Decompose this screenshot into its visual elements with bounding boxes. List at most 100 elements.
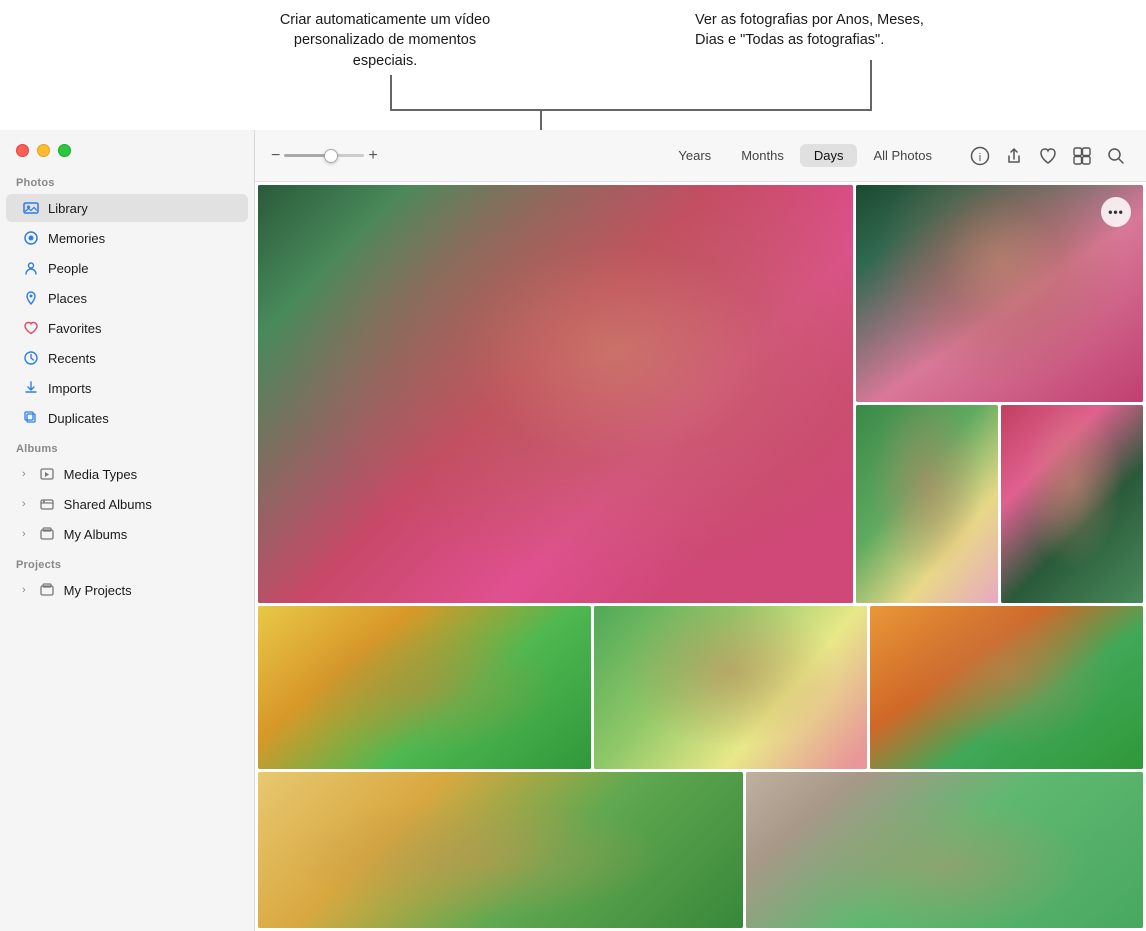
tab-all-photos[interactable]: All Photos — [859, 144, 946, 167]
bottom-left-photo[interactable] — [258, 772, 743, 928]
sidebar-item-shared-albums[interactable]: › Shared Albums — [6, 490, 248, 518]
sidebar-item-label-places: Places — [48, 291, 87, 306]
view-tabs: Years Months Days All Photos — [664, 144, 946, 167]
sidebar-section-photos: Photos — [0, 167, 254, 193]
mid-center-bg — [594, 606, 867, 769]
app-window: Photos Library Memories — [0, 130, 1146, 931]
favorite-button[interactable] — [1034, 142, 1062, 170]
my-projects-icon — [38, 581, 56, 599]
sidebar-item-people[interactable]: People — [6, 254, 248, 282]
bottom-right-photo[interactable] — [746, 772, 1143, 928]
tooltip-right: Ver as fotografias por Anos, Meses, Dias… — [695, 10, 955, 51]
sidebar-item-label-shared-albums: Shared Albums — [64, 497, 152, 512]
zoom-control: − + — [271, 147, 378, 165]
sidebar-item-label-library: Library — [48, 201, 88, 216]
middle-left-photo[interactable] — [258, 606, 591, 769]
sidebar-item-label-duplicates: Duplicates — [48, 411, 109, 426]
tab-days[interactable]: Days — [800, 144, 858, 167]
connector-horiz-span — [390, 109, 870, 111]
close-button[interactable] — [16, 144, 29, 157]
toolbar: − + Years Months Days All Photos i — [255, 130, 1146, 182]
bot-left-bg — [258, 772, 743, 928]
photo-grid: Jul 22 Lloyd Harbor ••• — [255, 182, 1146, 931]
memories-icon — [22, 229, 40, 247]
maximize-button[interactable] — [58, 144, 71, 157]
media-types-icon — [38, 465, 56, 483]
sidebar-item-library[interactable]: Library — [6, 194, 248, 222]
sidebar-item-duplicates[interactable]: Duplicates — [6, 404, 248, 432]
tab-years[interactable]: Years — [664, 144, 725, 167]
bottom-right-right-photo[interactable] — [1001, 405, 1143, 602]
people-icon — [22, 259, 40, 277]
connector-down-mid — [540, 109, 542, 130]
sidebar-item-my-albums[interactable]: › My Albums — [6, 520, 248, 548]
sidebar-item-media-types[interactable]: › Media Types — [6, 460, 248, 488]
expand-icon-media-types: › — [22, 468, 26, 480]
main-photo[interactable]: Jul 22 Lloyd Harbor — [258, 185, 853, 603]
tooltip-area: Criar automaticamente um vídeo personali… — [0, 0, 1146, 130]
sidebar-section-albums: Albums — [0, 433, 254, 459]
expand-icon-shared-albums: › — [22, 498, 26, 510]
main-content: − + Years Months Days All Photos i — [255, 130, 1146, 931]
connector-line-left — [390, 75, 392, 110]
shared-albums-icon — [38, 495, 56, 513]
expand-icon-my-albums: › — [22, 528, 26, 540]
tab-months[interactable]: Months — [727, 144, 798, 167]
toolbar-actions: i — [966, 142, 1130, 170]
sidebar-item-favorites[interactable]: Favorites — [6, 314, 248, 342]
tooltip-left-text: Criar automaticamente um vídeo personali… — [280, 12, 490, 69]
more-button-label: ••• — [1108, 206, 1124, 218]
mid-left-bg — [258, 606, 591, 769]
sidebar-item-label-my-albums: My Albums — [64, 527, 128, 542]
mid-right-bg — [870, 606, 1143, 769]
expand-icon-my-projects: › — [22, 584, 26, 596]
br-left-bg — [856, 405, 998, 602]
imports-icon — [22, 379, 40, 397]
tooltip-left: Criar automaticamente um vídeo personali… — [265, 10, 505, 71]
more-button[interactable]: ••• — [1101, 197, 1131, 227]
add-button[interactable] — [1068, 142, 1096, 170]
middle-row — [258, 606, 1143, 769]
photo-bg — [258, 185, 853, 603]
sidebar-item-places[interactable]: Places — [6, 284, 248, 312]
middle-center-photo[interactable] — [594, 606, 867, 769]
sidebar-item-my-projects[interactable]: › My Projects — [6, 576, 248, 604]
library-icon — [22, 199, 40, 217]
traffic-lights — [0, 130, 254, 167]
sidebar-item-label-recents: Recents — [48, 351, 96, 366]
middle-right-photo[interactable] — [870, 606, 1143, 769]
svg-text:i: i — [979, 152, 981, 164]
favorites-icon — [22, 319, 40, 337]
duplicates-icon — [22, 409, 40, 427]
bot-right-bg — [746, 772, 1143, 928]
bottom-row — [258, 772, 1143, 928]
my-albums-icon — [38, 525, 56, 543]
sidebar-item-memories[interactable]: Memories — [6, 224, 248, 252]
zoom-minus-button[interactable]: − — [271, 147, 280, 165]
top-row: Jul 22 Lloyd Harbor ••• — [258, 185, 1143, 603]
sidebar-section-projects: Projects — [0, 549, 254, 575]
sidebar: Photos Library Memories — [0, 130, 255, 931]
zoom-plus-button[interactable]: + — [368, 147, 377, 165]
search-button[interactable] — [1102, 142, 1130, 170]
bottom-right-row — [856, 405, 1143, 602]
sidebar-item-label-favorites: Favorites — [48, 321, 101, 336]
share-button[interactable] — [1000, 142, 1028, 170]
sidebar-item-label-media-types: Media Types — [64, 467, 137, 482]
sidebar-item-label-people: People — [48, 261, 88, 276]
right-column: ••• — [856, 185, 1143, 603]
mosaic-container: Jul 22 Lloyd Harbor ••• — [255, 182, 1146, 931]
sidebar-item-label-memories: Memories — [48, 231, 105, 246]
sidebar-item-label-imports: Imports — [48, 381, 91, 396]
recents-icon — [22, 349, 40, 367]
sidebar-item-recents[interactable]: Recents — [6, 344, 248, 372]
places-icon — [22, 289, 40, 307]
info-button[interactable]: i — [966, 142, 994, 170]
top-right-photo[interactable]: ••• — [856, 185, 1143, 402]
top-right-photo-bg — [856, 185, 1143, 402]
sidebar-item-imports[interactable]: Imports — [6, 374, 248, 402]
zoom-slider[interactable] — [284, 154, 364, 157]
minimize-button[interactable] — [37, 144, 50, 157]
tooltip-right-text: Ver as fotografias por Anos, Meses, Dias… — [695, 12, 924, 48]
bottom-right-left-photo[interactable] — [856, 405, 998, 602]
